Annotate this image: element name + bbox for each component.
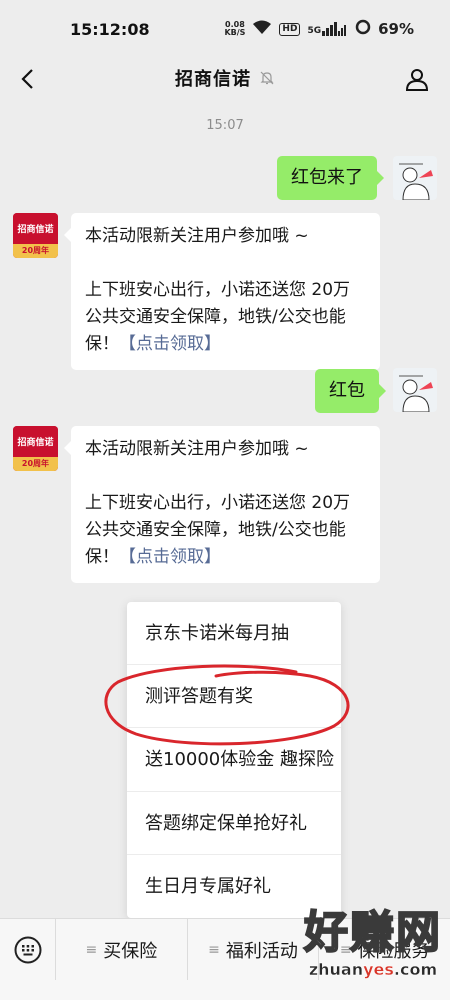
message-body: 上下班安心出行，小诺还送您 20万公共交通安全保障，地铁/公交也能保！【点击领取… bbox=[85, 490, 366, 571]
status-bar: 15:12:08 0.08 KB/S HD 5G 69% bbox=[0, 0, 450, 58]
wifi-icon bbox=[252, 19, 272, 39]
profile-icon bbox=[405, 69, 429, 91]
message-notice: 本活动限新关注用户参加哦 ~ bbox=[85, 226, 309, 246]
battery-icon bbox=[355, 19, 371, 39]
annotation-circle bbox=[104, 664, 350, 746]
sent-message[interactable]: 红包 bbox=[315, 369, 386, 413]
tab-label: 福利活动 bbox=[225, 940, 298, 962]
menu-lines-icon: ≡ bbox=[208, 941, 220, 958]
back-icon bbox=[21, 69, 33, 89]
keyboard-toggle-button[interactable] bbox=[0, 918, 56, 981]
hd-badge: HD bbox=[279, 22, 301, 36]
chat-header: 招商信诺 bbox=[0, 58, 450, 98]
tab-welfare-activities[interactable]: ≡ 福利活动 bbox=[188, 918, 320, 981]
bottom-menu-bar: ≡ 买保险 ≡ 福利活动 ≡ 保险服务 bbox=[0, 918, 450, 981]
submenu-popup: 京东卡诺米每月抽 测评答题有奖 送10000体验金 趣探险 答题绑定保单抢好礼 … bbox=[127, 602, 341, 918]
mute-icon bbox=[259, 70, 275, 86]
menu-lines-icon: ≡ bbox=[85, 941, 98, 958]
battery-level: 69% bbox=[378, 20, 414, 38]
profile-button[interactable] bbox=[402, 64, 432, 94]
received-message[interactable]: 本活动限新关注用户参加哦 ~ 上下班安心出行，小诺还送您 20万公共交通安全保障… bbox=[64, 426, 380, 583]
net-speed: 0.08 KB/S bbox=[224, 21, 245, 37]
status-time: 15:12:08 bbox=[70, 19, 150, 39]
tab-label: 保险服务 bbox=[357, 940, 430, 962]
signal-label: 5G bbox=[307, 26, 322, 36]
message-timestamp: 15:07 bbox=[206, 118, 244, 133]
submenu-item-bind-policy[interactable]: 答题绑定保单抢好礼 bbox=[127, 792, 341, 855]
home-indicator-area bbox=[0, 980, 450, 1000]
tab-buy-insurance[interactable]: ≡ 买保险 bbox=[56, 918, 188, 981]
status-indicators: 0.08 KB/S HD 5G 69% bbox=[224, 19, 414, 39]
received-message[interactable]: 本活动限新关注用户参加哦 ~ 上下班安心出行，小诺还送您 20万公共交通安全保障… bbox=[64, 213, 380, 370]
bot-avatar-anniversary: 20周年 bbox=[13, 457, 58, 471]
submenu-item-jd-card[interactable]: 京东卡诺米每月抽 bbox=[127, 602, 341, 666]
user-avatar[interactable] bbox=[393, 368, 437, 412]
chat-title: 招商信诺 bbox=[175, 69, 251, 90]
bot-avatar-brand: 招商信诺 bbox=[13, 213, 58, 244]
keyboard-icon bbox=[14, 936, 41, 963]
bot-avatar[interactable]: 招商信诺 20周年 bbox=[13, 426, 58, 471]
message-body: 上下班安心出行，小诺还送您 20万公共交通安全保障，地铁/公交也能保！【点击领取… bbox=[85, 277, 366, 358]
back-button[interactable] bbox=[12, 64, 42, 94]
submenu-item-birthday-gift[interactable]: 生日月专属好礼 bbox=[127, 855, 341, 918]
bot-avatar-brand: 招商信诺 bbox=[13, 426, 58, 457]
sent-message[interactable]: 红包来了 bbox=[277, 156, 384, 200]
bot-avatar[interactable]: 招商信诺 20周年 bbox=[13, 213, 58, 258]
bot-avatar-anniversary: 20周年 bbox=[13, 244, 58, 258]
menu-lines-icon: ≡ bbox=[339, 941, 352, 958]
user-avatar[interactable] bbox=[393, 156, 437, 200]
signal-icon: 5G bbox=[307, 22, 348, 36]
tab-insurance-service[interactable]: ≡ 保险服务 bbox=[319, 919, 450, 981]
net-speed-unit: KB/S bbox=[224, 28, 246, 37]
claim-link[interactable]: 【点击领取】 bbox=[119, 334, 221, 354]
claim-link[interactable]: 【点击领取】 bbox=[119, 547, 221, 567]
message-notice: 本活动限新关注用户参加哦 ~ bbox=[85, 439, 309, 459]
tab-label: 买保险 bbox=[103, 940, 158, 962]
